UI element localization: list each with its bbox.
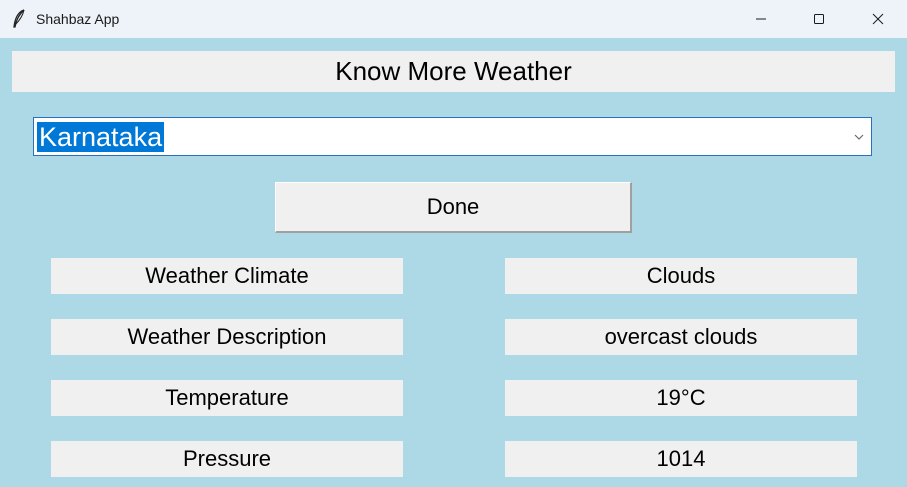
location-combobox[interactable]: Karnataka <box>33 117 872 156</box>
title-bar[interactable]: Shahbaz App <box>0 0 907 38</box>
maximize-icon <box>814 14 824 24</box>
temperature-value: 19°C <box>505 380 857 416</box>
page-title: Know More Weather <box>12 51 895 92</box>
minimize-icon <box>756 18 766 20</box>
close-icon <box>872 13 884 25</box>
close-button[interactable] <box>849 0 907 38</box>
minimize-button[interactable] <box>732 0 790 38</box>
app-window: Shahbaz App Know More Weather Karnataka … <box>0 0 907 487</box>
weather-climate-value: Clouds <box>505 258 857 294</box>
temperature-label: Temperature <box>51 380 403 416</box>
location-selected-value[interactable]: Karnataka <box>37 122 165 152</box>
feather-icon <box>13 9 25 28</box>
weather-description-label: Weather Description <box>51 319 403 355</box>
weather-climate-label: Weather Climate <box>51 258 403 294</box>
pressure-label: Pressure <box>51 441 403 477</box>
window-title: Shahbaz App <box>36 11 120 27</box>
pressure-value: 1014 <box>505 441 857 477</box>
chevron-down-icon[interactable] <box>853 131 865 143</box>
weather-description-value: overcast clouds <box>505 319 857 355</box>
done-button[interactable]: Done <box>275 182 632 233</box>
maximize-button[interactable] <box>790 0 848 38</box>
